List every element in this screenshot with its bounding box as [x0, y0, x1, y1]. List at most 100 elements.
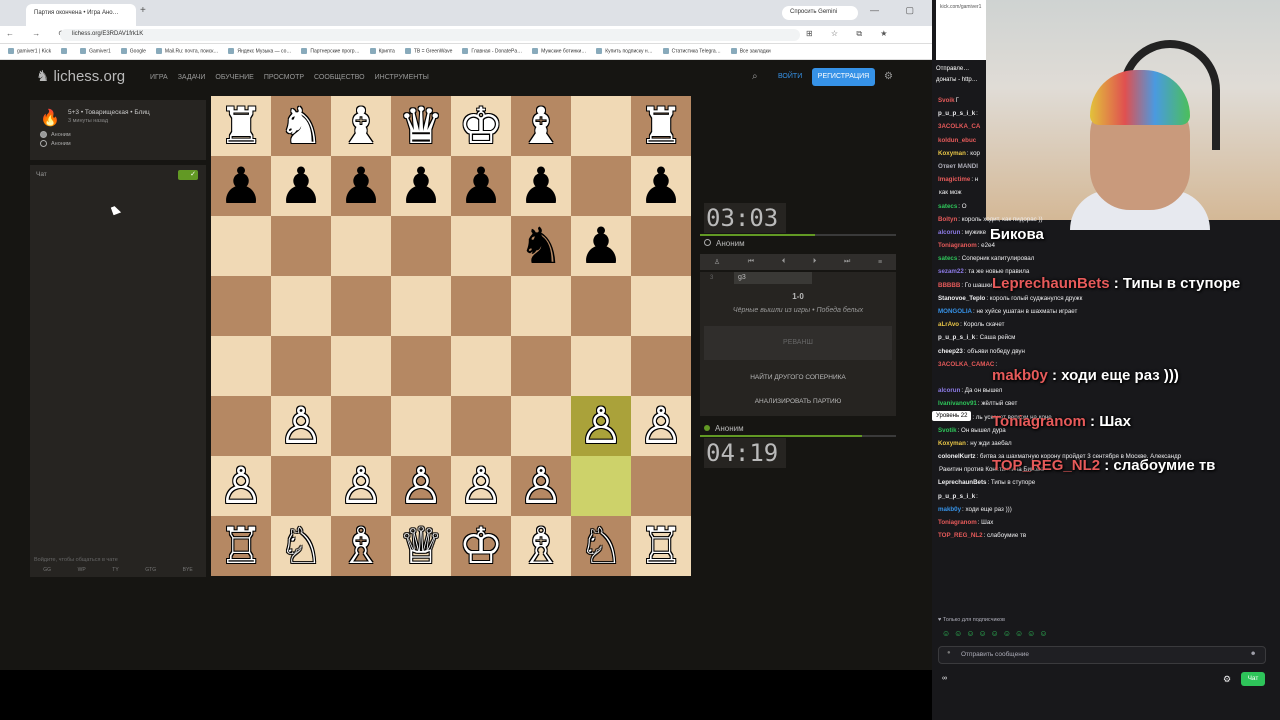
square-h2[interactable]	[631, 456, 691, 516]
gemini-button[interactable]: Спросить Gemini	[782, 6, 858, 20]
last-move-icon[interactable]: ⏭	[844, 258, 850, 266]
square-b8[interactable]: ♞	[271, 96, 331, 156]
square-h7[interactable]: ♟	[631, 156, 691, 216]
next-move-icon[interactable]: ⏵	[813, 258, 817, 266]
square-h6[interactable]	[631, 216, 691, 276]
square-b3[interactable]: ♙	[271, 396, 331, 456]
register-button[interactable]: РЕГИСТРАЦИЯ	[812, 68, 875, 86]
chess-piece-icon[interactable]: ♟	[399, 161, 444, 211]
player-bottom-name[interactable]: Аноним	[704, 424, 744, 433]
square-c2[interactable]: ♙	[331, 456, 391, 516]
square-a3[interactable]	[211, 396, 271, 456]
square-b6[interactable]	[271, 216, 331, 276]
chess-piece-icon[interactable]: ♛	[399, 101, 444, 151]
chat-username[interactable]: Imagictime	[938, 176, 970, 183]
chess-piece-icon[interactable]: ♘	[279, 521, 324, 571]
quick-phrase-button[interactable]: BYE	[183, 567, 193, 577]
chess-piece-icon[interactable]: ♙	[459, 461, 504, 511]
square-f1[interactable]: ♗	[511, 516, 571, 576]
quick-phrase-button[interactable]: GTG	[145, 567, 156, 577]
player-top-name[interactable]: Аноним	[704, 239, 745, 248]
square-e4[interactable]	[451, 336, 511, 396]
square-h4[interactable]	[631, 336, 691, 396]
chess-piece-icon[interactable]: ♟	[459, 161, 504, 211]
chess-piece-icon[interactable]: ♝	[339, 101, 384, 151]
chess-piece-icon[interactable]: ♜	[219, 101, 264, 151]
chess-piece-icon[interactable]: ♟	[219, 161, 264, 211]
chess-piece-icon[interactable]: ♟	[579, 221, 624, 271]
url-field[interactable]: lichess.org/E3RDAV1frk1K	[60, 29, 800, 41]
square-c8[interactable]: ♝	[331, 96, 391, 156]
chat-toggle[interactable]: ✓	[178, 170, 198, 180]
square-b7[interactable]: ♟	[271, 156, 331, 216]
square-g3[interactable]: ♙	[571, 396, 631, 456]
send-message-input[interactable]: Отправить сообщение	[938, 646, 1266, 664]
chess-piece-icon[interactable]: ♟	[279, 161, 324, 211]
rematch-button[interactable]: РЕВАНШ	[704, 326, 892, 360]
square-g8[interactable]	[571, 96, 631, 156]
bookmark-item[interactable]: Яндекс Музыка — со…	[228, 48, 291, 55]
quick-phrase-button[interactable]: GG	[43, 567, 51, 577]
square-d7[interactable]: ♟	[391, 156, 451, 216]
square-d6[interactable]	[391, 216, 451, 276]
square-f3[interactable]	[511, 396, 571, 456]
square-h1[interactable]: ♖	[631, 516, 691, 576]
chess-piece-icon[interactable]: ♙	[219, 461, 264, 511]
square-e1[interactable]: ♔	[451, 516, 511, 576]
square-d3[interactable]	[391, 396, 451, 456]
bookmark-item[interactable]: Купить подписку н…	[596, 48, 652, 55]
chat-username[interactable]: makb0y	[938, 506, 961, 513]
square-a4[interactable]	[211, 336, 271, 396]
square-b2[interactable]	[271, 456, 331, 516]
square-c4[interactable]	[331, 336, 391, 396]
chat-send-button[interactable]: Чат	[1241, 672, 1265, 686]
chat-username[interactable]: sezam22	[938, 268, 964, 275]
square-a1[interactable]: ♖	[211, 516, 271, 576]
nav-item-3[interactable]: ПРОСМОТР	[264, 74, 304, 81]
chess-piece-icon[interactable]: ♝	[519, 101, 564, 151]
lichess-logo[interactable]: lichess.org	[36, 67, 125, 85]
chess-piece-icon[interactable]: ♗	[519, 521, 564, 571]
square-c1[interactable]: ♗	[331, 516, 391, 576]
browser-tab[interactable]: Партия окончена • Игра Ано…	[26, 4, 136, 26]
square-a6[interactable]	[211, 216, 271, 276]
chess-piece-icon[interactable]: ♕	[399, 521, 444, 571]
chat-username[interactable]: aLrAvo	[938, 321, 959, 328]
chat-username[interactable]: satecs	[938, 255, 957, 262]
quick-phrase-button[interactable]: WP	[78, 567, 86, 577]
nav-item-5[interactable]: ИНСТРУМЕНТЫ	[375, 74, 429, 81]
chat-username[interactable]: Boltyn	[938, 216, 957, 223]
new-opponent-button[interactable]: НАЙТИ ДРУГОГО СОПЕРНИКА	[700, 374, 896, 381]
bookmark-item[interactable]: Крипта	[370, 48, 395, 55]
bookmark-item[interactable]	[61, 48, 70, 54]
bookmark-item[interactable]: Статистика Telegra…	[663, 48, 721, 55]
chess-piece-icon[interactable]: ♟	[639, 161, 684, 211]
emoji-icon[interactable]: ☻	[1250, 651, 1256, 657]
chess-piece-icon[interactable]: ♖	[219, 521, 264, 571]
address-icons[interactable]: ⊞ ☆ ⧉ ★	[806, 29, 895, 39]
bookmark-item[interactable]: Партнерские прогр…	[301, 48, 359, 55]
chess-piece-icon[interactable]: ♙	[639, 401, 684, 451]
square-g5[interactable]	[571, 276, 631, 336]
new-tab-button[interactable]: +	[140, 5, 146, 16]
chat-username[interactable]: LeprechaunBets	[938, 479, 986, 486]
nav-item-4[interactable]: СООБЩЕСТВО	[314, 74, 365, 81]
chat-username[interactable]: Ivanivanov91	[938, 400, 977, 407]
square-g4[interactable]	[571, 336, 631, 396]
gear-icon[interactable]: ⚙	[884, 71, 893, 82]
chess-piece-icon[interactable]: ♙	[399, 461, 444, 511]
chess-piece-icon[interactable]: ♖	[639, 521, 684, 571]
chess-piece-icon[interactable]: ♞	[519, 221, 564, 271]
square-e3[interactable]	[451, 396, 511, 456]
square-c7[interactable]: ♟	[331, 156, 391, 216]
square-a8[interactable]: ♜	[211, 96, 271, 156]
nav-item-1[interactable]: ЗАДАЧИ	[178, 74, 206, 81]
chat-username[interactable]: cheep23	[938, 348, 963, 355]
square-d1[interactable]: ♕	[391, 516, 451, 576]
bookmark-item[interactable]: Gamiver1	[80, 48, 111, 55]
chat-username[interactable]: satecs	[938, 203, 957, 210]
chat-username[interactable]: 3ACOLKA_CA	[938, 123, 980, 130]
square-a2[interactable]: ♙	[211, 456, 271, 516]
square-g7[interactable]	[571, 156, 631, 216]
chess-piece-icon[interactable]: ♟	[339, 161, 384, 211]
